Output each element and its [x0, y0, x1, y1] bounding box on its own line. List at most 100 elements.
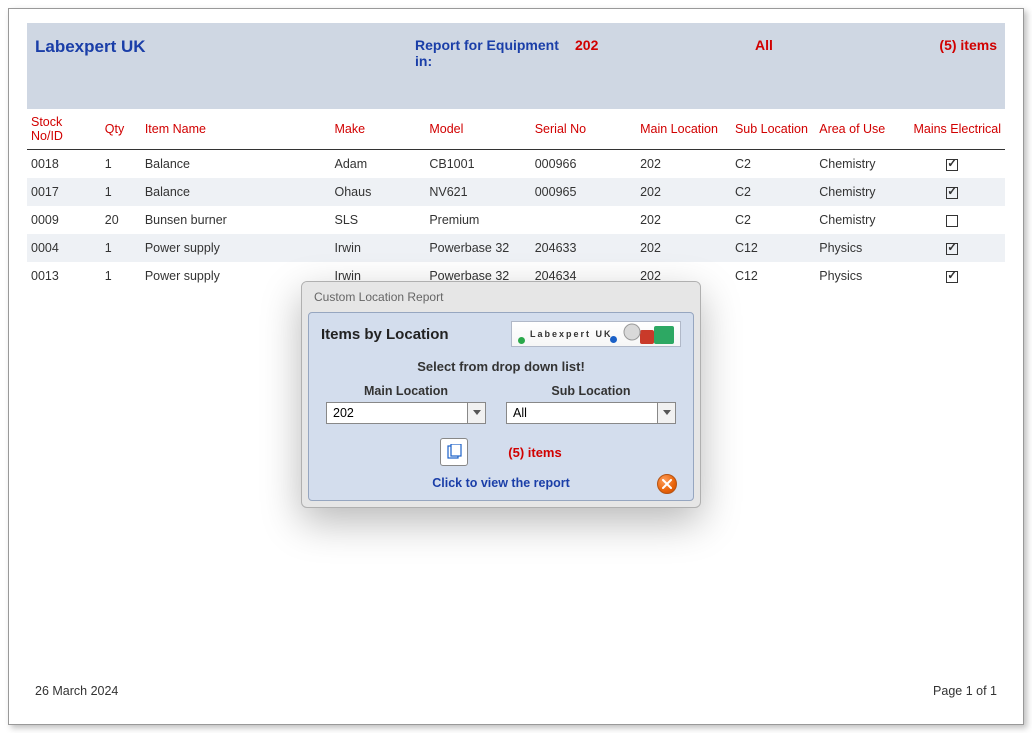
view-report-link[interactable]: Click to view the report [432, 476, 570, 490]
table-cell: 1 [101, 234, 141, 262]
report-icon [446, 444, 462, 460]
dialog-bottom-row: Click to view the report [321, 476, 681, 490]
dialog-title: Custom Location Report [302, 282, 700, 312]
sub-location-dropdown-btn[interactable] [657, 403, 675, 423]
table-cell: Premium [425, 206, 530, 234]
mains-checkbox [946, 243, 958, 255]
table-cell: C12 [731, 234, 815, 262]
table-cell: 1 [101, 150, 141, 179]
col-area: Area of Use [815, 109, 899, 150]
col-qty: Qty [101, 109, 141, 150]
col-main-location: Main Location [636, 109, 731, 150]
view-report-button[interactable] [440, 438, 468, 466]
table-cell: Bunsen burner [141, 206, 331, 234]
table-cell: 202 [636, 178, 731, 206]
table-cell: 202 [636, 150, 731, 179]
dialog-fields-row: Main Location Sub Location [321, 384, 681, 424]
col-sub-location: Sub Location [731, 109, 815, 150]
table-cell: Chemistry [815, 150, 899, 179]
mains-checkbox [946, 271, 958, 283]
dialog-heading: Items by Location [321, 326, 449, 343]
main-location-label: Main Location [364, 384, 448, 398]
dialog-header: Items by Location Labexpert UK [321, 321, 681, 347]
dialog-mid-row: (5) items [321, 438, 681, 466]
table-cell: Ohaus [331, 178, 426, 206]
close-button[interactable] [657, 474, 677, 494]
dialog-subtitle: Select from drop down list! [321, 359, 681, 374]
report-filter-value: All [755, 37, 905, 53]
table-cell: Chemistry [815, 206, 899, 234]
report-footer: 26 March 2024 Page 1 of 1 [35, 684, 997, 698]
labexpert-logo: Labexpert UK [511, 321, 681, 347]
table-cell: 1 [101, 262, 141, 290]
table-cell [531, 206, 636, 234]
table-cell: 0004 [27, 234, 101, 262]
app-title: Labexpert UK [35, 37, 415, 57]
dialog-body: Items by Location Labexpert UK Select fr… [308, 312, 694, 501]
table-cell: 202 [636, 234, 731, 262]
logo-text: Labexpert UK [530, 329, 613, 339]
table-cell: Powerbase 32 [425, 234, 530, 262]
col-item: Item Name [141, 109, 331, 150]
main-location-combo[interactable] [326, 402, 486, 424]
footer-page: Page 1 of 1 [933, 684, 997, 698]
table-cell: SLS [331, 206, 426, 234]
report-banner: Labexpert UK Report for Equipment in: 20… [27, 23, 1005, 109]
mains-checkbox [946, 159, 958, 171]
table-cell: 20 [101, 206, 141, 234]
col-stock: Stock No/ID [27, 109, 101, 150]
table-cell: 202 [636, 206, 731, 234]
table-cell: 204633 [531, 234, 636, 262]
table-header-row: Stock No/ID Qty Item Name Make Model Ser… [27, 109, 1005, 150]
table-cell: Balance [141, 150, 331, 179]
mains-cell [900, 150, 1005, 179]
main-location-field: Main Location [326, 384, 486, 424]
col-mains: Mains Electrical [900, 109, 1005, 150]
table-cell: Balance [141, 178, 331, 206]
sub-location-field: Sub Location [506, 384, 676, 424]
chevron-down-icon [473, 410, 481, 416]
table-cell: 0009 [27, 206, 101, 234]
footer-date: 26 March 2024 [35, 684, 118, 698]
report-for-label: Report for Equipment in: [415, 37, 575, 69]
sub-location-input[interactable] [507, 403, 657, 423]
report-count: (5) items [905, 37, 997, 53]
main-location-dropdown-btn[interactable] [467, 403, 485, 423]
table-cell: 0018 [27, 150, 101, 179]
table-row: 00181BalanceAdamCB1001000966202C2Chemist… [27, 150, 1005, 179]
table-row: 00041Power supplyIrwinPowerbase 32204633… [27, 234, 1005, 262]
close-icon [662, 479, 672, 489]
table-cell: CB1001 [425, 150, 530, 179]
col-make: Make [331, 109, 426, 150]
table-cell: C2 [731, 178, 815, 206]
mains-cell [900, 234, 1005, 262]
sub-location-combo[interactable] [506, 402, 676, 424]
table-cell: Chemistry [815, 178, 899, 206]
table-cell: C2 [731, 150, 815, 179]
dialog-count: (5) items [508, 445, 561, 460]
table-cell: Irwin [331, 234, 426, 262]
table-cell: Adam [331, 150, 426, 179]
report-page: Labexpert UK Report for Equipment in: 20… [8, 8, 1024, 725]
chevron-down-icon [663, 410, 671, 416]
sub-location-label: Sub Location [551, 384, 630, 398]
main-location-input[interactable] [327, 403, 467, 423]
col-serial: Serial No [531, 109, 636, 150]
table-row: 00171BalanceOhausNV621000965202C2Chemist… [27, 178, 1005, 206]
mains-checkbox [946, 187, 958, 199]
table-cell: Physics [815, 234, 899, 262]
mains-cell [900, 206, 1005, 234]
col-model: Model [425, 109, 530, 150]
table-cell: Power supply [141, 234, 331, 262]
table-cell: 0017 [27, 178, 101, 206]
mains-cell [900, 262, 1005, 290]
table-row: 000920Bunsen burnerSLSPremium202C2Chemis… [27, 206, 1005, 234]
equipment-table: Stock No/ID Qty Item Name Make Model Ser… [27, 109, 1005, 290]
table-cell: 000966 [531, 150, 636, 179]
mains-cell [900, 178, 1005, 206]
table-cell: 0013 [27, 262, 101, 290]
mains-checkbox [946, 215, 958, 227]
table-cell: 1 [101, 178, 141, 206]
table-cell: 000965 [531, 178, 636, 206]
table-cell: Physics [815, 262, 899, 290]
